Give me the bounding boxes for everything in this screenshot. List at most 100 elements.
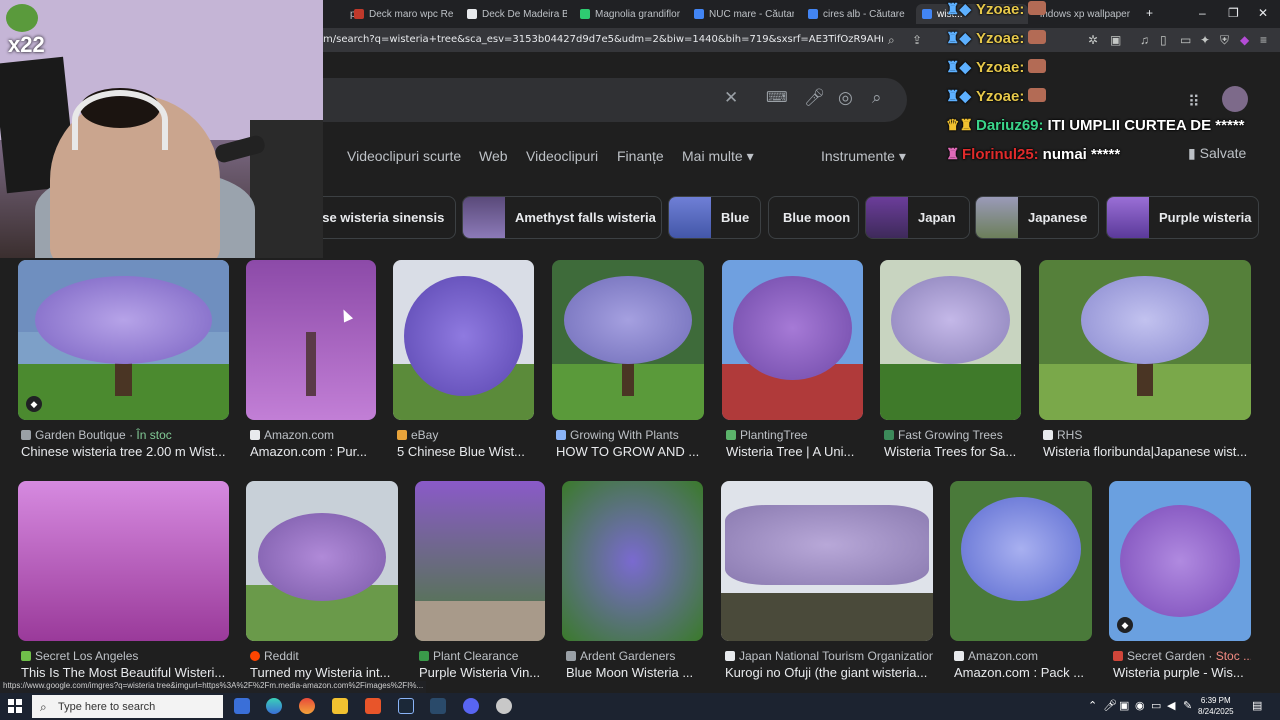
image-result[interactable]: ◆ (18, 260, 229, 420)
wallet-icon[interactable]: ▭ (1180, 33, 1191, 47)
result-source[interactable]: Reddit (250, 649, 398, 663)
search-icon[interactable]: ⌕ (872, 88, 882, 108)
sidebar-icon[interactable]: ▯ (1160, 33, 1167, 47)
chrome-icon[interactable] (299, 698, 315, 714)
notifications-icon[interactable]: ▤ (1252, 699, 1262, 712)
taskbar-search[interactable]: ⌕ Type here to search (32, 695, 223, 718)
image-result[interactable] (562, 481, 703, 641)
app-icon[interactable] (496, 698, 512, 714)
ai-icon[interactable]: ✦ (1200, 33, 1210, 47)
browser-tab[interactable]: Deck maro wpc Rehau (354, 4, 454, 24)
image-result[interactable] (415, 481, 545, 641)
discord-icon[interactable] (463, 698, 479, 714)
chip-blue-moon[interactable]: Blue moon (768, 196, 859, 239)
image-result[interactable] (950, 481, 1092, 641)
brave-icon[interactable] (365, 698, 381, 714)
result-title[interactable]: Wisteria Trees for Sa... (884, 444, 1021, 459)
tab-finance[interactable]: Finanțe (617, 148, 664, 164)
result-source[interactable]: Ardent Gardeners (566, 649, 703, 663)
tab-web[interactable]: Web (479, 148, 508, 164)
result-source[interactable]: Secret Garden · Stoc ... (1113, 649, 1251, 663)
browser-tab[interactable]: Magnolia grandiflora (580, 4, 680, 24)
chip-chinese-wisteria-sinensis[interactable]: ese wisteria sinensis (300, 196, 456, 239)
image-result[interactable] (721, 481, 933, 641)
result-title[interactable]: Kurogi no Ofuji (the giant wisteria... (725, 665, 933, 680)
music-icon[interactable]: ♫ (1140, 33, 1149, 47)
menu-icon[interactable]: ≡ (1260, 33, 1267, 47)
file-explorer-icon[interactable] (332, 698, 348, 714)
tray-network-icon[interactable]: ▭ (1151, 699, 1161, 712)
chip-blue[interactable]: Blue (668, 196, 761, 239)
microphone-icon[interactable]: 🎤︎ (804, 88, 826, 108)
tools-button[interactable]: Instrumente ▾ (821, 148, 906, 165)
result-source[interactable]: Amazon.com (954, 649, 1092, 663)
taskbar-clock[interactable]: 6:39 PM 8/24/2025 (1198, 695, 1234, 717)
close-window-icon[interactable]: ✕ (1258, 6, 1268, 20)
chip-japanese[interactable]: Japanese (975, 196, 1099, 239)
result-title[interactable]: This Is The Most Beautiful Wisteri... (21, 665, 229, 680)
result-title[interactable]: Wisteria floribunda|Japanese wist... (1043, 444, 1251, 459)
image-result[interactable] (246, 481, 398, 641)
image-result[interactable]: ◆ (1109, 481, 1251, 641)
result-title[interactable]: Wisteria purple - Wis... (1113, 665, 1251, 680)
result-title[interactable]: Blue Moon Wisteria ... (566, 665, 703, 680)
steam-icon[interactable] (398, 698, 414, 714)
image-result[interactable] (393, 260, 534, 420)
result-title[interactable]: Chinese wisteria tree 2.00 m Wist... (21, 444, 229, 459)
terminal-icon[interactable] (430, 698, 446, 714)
result-source[interactable]: Secret Los Angeles (21, 649, 229, 663)
maximize-icon[interactable]: ❐ (1228, 6, 1239, 20)
tray-overflow-icon[interactable]: ⌃ (1088, 699, 1097, 712)
result-source[interactable]: Plant Clearance (419, 649, 545, 663)
result-source[interactable]: Japan National Tourism Organization (725, 649, 933, 663)
chip-amethyst-falls[interactable]: Amethyst falls wisteria (462, 196, 662, 239)
tray-volume-icon[interactable]: ◀ (1167, 699, 1175, 712)
windows-start-icon[interactable] (8, 699, 22, 713)
result-source[interactable]: PlantingTree (726, 428, 863, 442)
tray-pen-icon[interactable]: ✎ (1183, 699, 1192, 712)
keyboard-icon[interactable]: ⌨ (766, 88, 788, 106)
tab-videos[interactable]: Videoclipuri (526, 148, 598, 164)
browser-tab[interactable]: NUC mare - Căutare G (694, 4, 794, 24)
tab-more[interactable]: Mai multe ▾ (682, 148, 754, 165)
edge-icon[interactable] (266, 698, 282, 714)
result-source[interactable]: eBay (397, 428, 534, 442)
result-title[interactable]: HOW TO GROW AND ... (556, 444, 704, 459)
image-result[interactable] (1039, 260, 1251, 420)
image-result[interactable] (18, 481, 229, 641)
screenshot-icon[interactable]: ▣ (1110, 33, 1121, 47)
clear-search-icon[interactable]: ✕ (724, 88, 738, 108)
vpn-icon[interactable]: ◆ (1240, 33, 1249, 47)
result-title[interactable]: 5 Chinese Blue Wist... (397, 444, 534, 459)
task-view-icon[interactable] (234, 698, 250, 714)
chip-japan[interactable]: Japan (865, 196, 970, 239)
url-field[interactable]: m/search?q=wisteria+tree&sca_esv=3153b04… (323, 34, 883, 45)
image-result[interactable] (246, 260, 376, 420)
result-source[interactable]: Garden Boutique · În stoc (21, 428, 226, 442)
result-source[interactable]: Fast Growing Trees (884, 428, 1021, 442)
zoom-icon[interactable]: ⌕ (888, 33, 895, 48)
result-title[interactable]: Amazon.com : Pack ... (954, 665, 1092, 680)
image-result[interactable] (722, 260, 863, 420)
avatar[interactable] (1222, 86, 1248, 112)
result-title[interactable]: Wisteria Tree | A Uni... (726, 444, 863, 459)
shield-icon[interactable]: ⛨ (1220, 33, 1229, 48)
result-title[interactable]: Purple Wisteria Vin... (419, 665, 545, 680)
tray-wifi-icon[interactable]: ◉ (1135, 699, 1145, 712)
image-result[interactable] (880, 260, 1021, 420)
browser-tab[interactable]: cires alb - Căutare Goo (808, 4, 908, 24)
result-source[interactable]: Growing With Plants (556, 428, 704, 442)
new-tab-icon[interactable]: + (1146, 6, 1153, 20)
share-icon[interactable]: ⇪ (912, 33, 922, 47)
tray-microphone-icon[interactable]: 🎤︎ (1103, 699, 1117, 712)
minimize-icon[interactable]: – (1199, 6, 1206, 20)
result-title[interactable]: Amazon.com : Pur... (250, 444, 376, 459)
apps-grid-icon[interactable]: ⠿ (1188, 92, 1200, 112)
image-result[interactable] (552, 260, 704, 420)
result-title[interactable]: Turned my Wisteria int... (250, 665, 398, 680)
browser-tab[interactable]: indows xp wallpaper (1040, 4, 1132, 24)
extensions-icon[interactable]: ✲ (1088, 33, 1098, 47)
tab-short-videos[interactable]: Videoclipuri scurte (347, 148, 461, 164)
chip-purple-wisteria[interactable]: Purple wisteria (1106, 196, 1259, 239)
result-source[interactable]: Amazon.com (250, 428, 376, 442)
